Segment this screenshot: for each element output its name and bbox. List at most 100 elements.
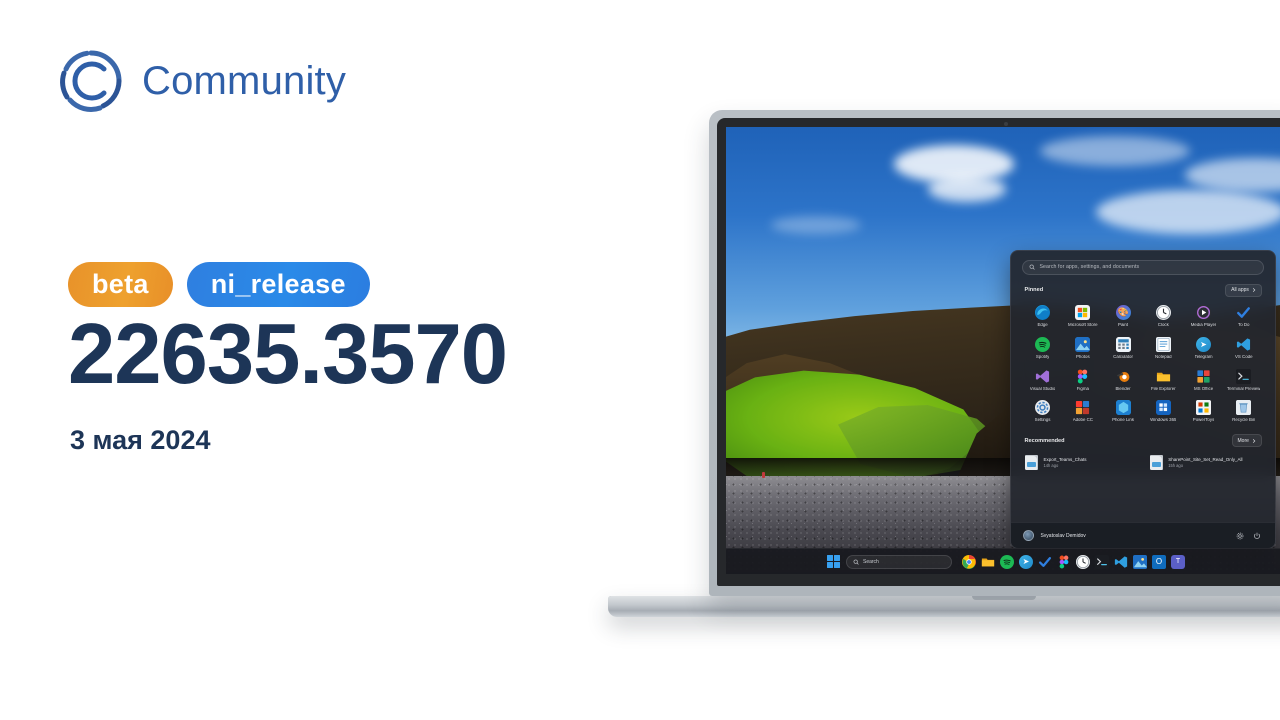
pinned-app-tile[interactable]: ➤ Telegram <box>1183 334 1223 362</box>
pinned-app-tile[interactable]: Windows 365 <box>1143 397 1183 425</box>
pinned-app-tile[interactable]: Photos <box>1063 334 1103 362</box>
pinned-app-label: Terminal Preview <box>1227 386 1261 391</box>
pinned-app-tile[interactable]: Phone Link <box>1103 397 1143 425</box>
all-apps-label: All apps <box>1231 287 1249 294</box>
pinned-app-label: Paint <box>1118 322 1129 327</box>
powertoys-icon <box>1196 400 1212 416</box>
telegram-icon[interactable]: ➤ <box>1019 554 1033 569</box>
recommended-item-text: Export_Teams_Chats 14h ago <box>1043 457 1086 468</box>
outlook-icon[interactable]: O <box>1152 554 1166 569</box>
release-badges: beta ni_release <box>68 262 370 307</box>
more-button[interactable]: More <box>1231 434 1262 448</box>
pinned-app-tile[interactable]: Recycle Bin <box>1224 397 1264 425</box>
badge-beta: beta <box>68 262 173 307</box>
spotify-icon[interactable] <box>1000 554 1014 569</box>
taskbar-search-label: Search <box>863 558 879 565</box>
recommended-item[interactable]: SharePoint_Site_Set_Read_Only_All 15h ago <box>1147 452 1264 473</box>
pinned-app-label: Phone Link <box>1112 418 1135 423</box>
pinned-app-label: Edge <box>1037 322 1048 327</box>
pinned-app-tile[interactable]: MS Office <box>1183 366 1223 394</box>
notepad-icon <box>1155 336 1171 352</box>
pinned-app-tile[interactable]: Media Player <box>1183 302 1223 330</box>
recommended-item-time: 14h ago <box>1043 463 1059 469</box>
pinned-app-label: Media Player <box>1190 322 1217 327</box>
pinned-apps-grid: Edge Microsoft Store 🎨 Paint Clock Media Play… <box>1022 302 1263 425</box>
pinned-app-label: Blender <box>1115 386 1131 391</box>
start-menu-body: Search for apps, settings, and documents… <box>1011 251 1274 522</box>
pinned-app-tile[interactable]: Notepad <box>1143 334 1183 362</box>
media-player-icon <box>1196 304 1212 320</box>
document-file-icon <box>1025 455 1039 471</box>
pinned-app-tile[interactable]: Calculator <box>1103 334 1143 362</box>
windows-365-icon <box>1155 400 1171 416</box>
user-avatar-icon[interactable] <box>1023 530 1035 542</box>
recommended-title: Recommended <box>1024 437 1065 444</box>
pinned-app-tile[interactable]: Figma <box>1063 366 1103 394</box>
document-file-icon <box>1150 455 1164 471</box>
settings-gear-icon <box>1035 400 1051 416</box>
pinned-app-label: Notepad <box>1154 354 1172 359</box>
start-search-placeholder: Search for apps, settings, and documents <box>1039 264 1140 271</box>
pinned-app-tile[interactable]: VS Code <box>1224 334 1264 362</box>
clock-icon[interactable] <box>1076 554 1090 569</box>
pinned-app-tile[interactable]: Settings <box>1022 397 1062 425</box>
pinned-app-tile[interactable]: Terminal Preview <box>1224 366 1264 394</box>
pinned-app-tile[interactable]: Adobe CC <box>1063 397 1103 425</box>
pinned-app-label: Clock <box>1157 322 1169 327</box>
recommended-section-header: Recommended More <box>1024 434 1262 448</box>
adobe-cc-icon <box>1075 400 1090 415</box>
chevron-right-icon <box>1252 438 1256 443</box>
pinned-app-tile[interactable]: Clock <box>1143 302 1183 330</box>
figma-icon <box>1075 369 1090 384</box>
community-c-ring-icon <box>58 48 124 114</box>
all-apps-button[interactable]: All apps <box>1225 283 1262 297</box>
brand-lockup: Community <box>58 48 346 114</box>
to-do-icon[interactable] <box>1038 555 1052 569</box>
pinned-app-tile[interactable]: Visual Studio <box>1022 366 1062 394</box>
pinned-app-tile[interactable]: To Do <box>1224 302 1264 330</box>
pinned-app-label: Calculator <box>1113 354 1133 359</box>
pinned-app-tile[interactable]: Edge <box>1022 302 1062 330</box>
laptop-lid: Search for apps, settings, and documents… <box>709 110 1280 596</box>
pinned-app-label: Microsoft Store <box>1068 322 1098 327</box>
webcam-icon <box>1004 122 1008 126</box>
recommended-item-text: SharePoint_Site_Set_Read_Only_All 15h ago <box>1168 457 1242 468</box>
recommended-list: Export_Teams_Chats 14h ago SharePoint_Site… <box>1022 452 1263 473</box>
photos-icon[interactable] <box>1133 554 1147 569</box>
figma-icon[interactable] <box>1057 555 1071 569</box>
pinned-app-tile[interactable]: Blender <box>1103 366 1143 394</box>
laptop-base <box>608 596 1280 617</box>
brand-name: Community <box>142 58 347 103</box>
more-label: More <box>1237 437 1249 444</box>
taskbar-app-icons: ➤ O T <box>962 554 1185 569</box>
pinned-app-tile[interactable]: 🎨 Paint <box>1103 302 1143 330</box>
pinned-app-label: Photos <box>1075 354 1090 359</box>
pinned-app-label: Spotify <box>1035 354 1050 359</box>
chevron-right-icon <box>1252 288 1256 293</box>
settings-gear-icon[interactable] <box>1235 530 1246 541</box>
pinned-app-tile[interactable]: Microsoft Store <box>1063 302 1103 330</box>
pinned-app-tile[interactable]: PowerToys <box>1183 397 1223 425</box>
phone-link-icon <box>1115 400 1131 416</box>
vs-code-icon <box>1236 337 1251 352</box>
recommended-item-name: Export_Teams_Chats <box>1043 457 1087 463</box>
pinned-app-tile[interactable]: File Explorer <box>1143 366 1183 394</box>
pinned-app-label: Adobe CC <box>1072 418 1093 423</box>
start-search-input[interactable]: Search for apps, settings, and documents <box>1022 259 1264 275</box>
pinned-app-label: Figma <box>1076 386 1089 391</box>
cloud-shape <box>927 176 1006 203</box>
file-explorer-icon[interactable] <box>981 555 995 569</box>
vs-code-icon[interactable] <box>1114 555 1128 569</box>
windows-start-icon[interactable] <box>827 555 840 568</box>
taskbar-search-box[interactable]: Search <box>846 554 952 569</box>
teams-icon[interactable]: T <box>1171 554 1185 569</box>
chrome-icon[interactable] <box>962 554 976 569</box>
pinned-app-tile[interactable]: Spotify <box>1022 334 1062 362</box>
taskbar: Search ➤ O T <box>726 548 1280 574</box>
pinned-app-label: Settings <box>1034 418 1051 423</box>
recommended-item[interactable]: Export_Teams_Chats 14h ago <box>1022 452 1139 473</box>
pinned-app-label: File Explorer <box>1150 386 1176 391</box>
power-icon[interactable] <box>1252 530 1263 541</box>
telegram-icon: ➤ <box>1196 336 1212 352</box>
terminal-icon[interactable] <box>1095 554 1109 569</box>
